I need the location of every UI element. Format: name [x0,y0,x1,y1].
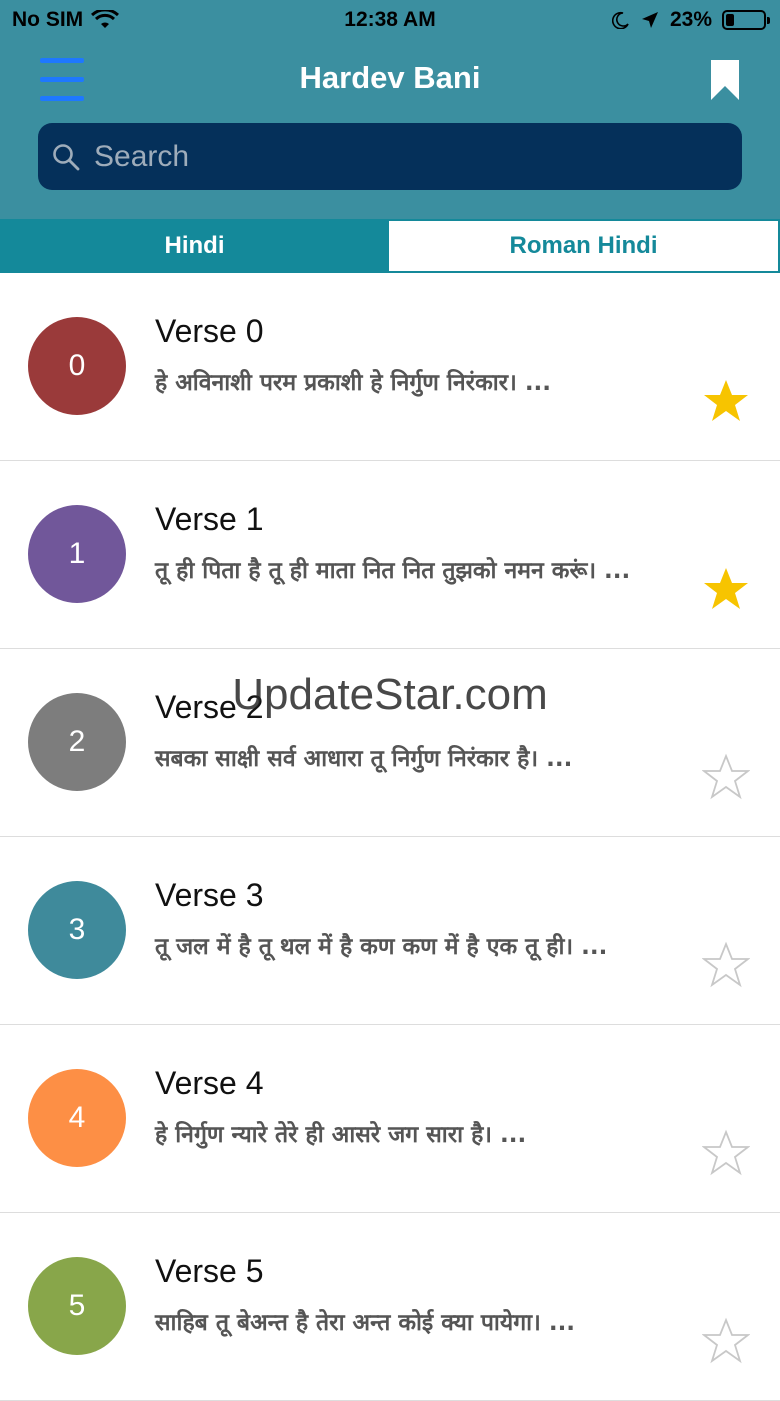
star-filled-icon[interactable] [702,377,750,425]
location-arrow-icon [641,12,658,28]
verse-title: Verse 4 [155,1065,264,1101]
verse-number-badge: 3 [28,881,126,979]
battery-percent: 23% [669,8,712,31]
list-item[interactable]: 4 Verse 4 हे निर्गुण न्यारे तेरे ही आसरे ज… [0,1025,780,1213]
verse-title: Verse 0 [155,313,264,349]
status-bar: No SIM 12:38 AM 23% [0,0,780,40]
star-outline-icon[interactable] [702,1129,750,1177]
battery-icon [722,10,770,30]
search-bar[interactable] [38,123,742,190]
verse-number-badge: 4 [28,1069,126,1167]
verse-number-badge: 0 [28,317,126,415]
app-header: No SIM 12:38 AM 23% Hardev Bani [0,0,780,219]
verse-list: 0 Verse 0 हे अविनाशी परम प्रकाशी हे निर्गु… [0,273,780,1401]
verse-title: Verse 1 [155,501,264,537]
verse-title: Verse 3 [155,877,264,913]
verse-title: Verse 5 [155,1253,264,1289]
bookmark-icon[interactable] [708,58,742,102]
verse-title: Verse 2 [155,689,264,725]
verse-preview: हे निर्गुण न्यारे तेरे ही आसरे जग सारा ह… [155,1122,527,1148]
list-item[interactable]: 3 Verse 3 तू जल में है तू थल में है कण कण … [0,837,780,1025]
moon-icon [611,11,629,29]
verse-preview: तू ही पिता है तू ही माता नित नित तुझको न… [155,558,631,584]
verse-preview: तू जल में है तू थल में है कण कण में है ए… [155,934,608,960]
verse-preview: सबका साक्षी सर्व आधारा तू निर्गुण निरंका… [155,746,573,772]
verse-number-badge: 1 [28,505,126,603]
list-item[interactable]: 2 Verse 2 सबका साक्षी सर्व आधारा तू निर्गु… [0,649,780,837]
list-item[interactable]: 5 Verse 5 साहिब तू बेअन्त है तेरा अन्त कोई… [0,1213,780,1401]
list-item[interactable]: 0 Verse 0 हे अविनाशी परम प्रकाशी हे निर्गु… [0,273,780,461]
verse-number-badge: 2 [28,693,126,791]
tab-hindi[interactable]: Hindi [0,219,389,273]
star-outline-icon[interactable] [702,753,750,801]
search-input[interactable] [92,138,696,175]
verse-preview: हे अविनाशी परम प्रकाशी हे निर्गुण निरंका… [155,370,552,396]
language-tabs: Hindi Roman Hindi [0,219,780,273]
verse-preview: साहिब तू बेअन्त है तेरा अन्त कोई क्या पा… [155,1310,576,1336]
verse-number-badge: 5 [28,1257,126,1355]
star-filled-icon[interactable] [702,565,750,613]
tab-roman-hindi[interactable]: Roman Hindi [389,219,780,273]
page-title: Hardev Bani [299,60,481,95]
list-item[interactable]: 1 Verse 1 तू ही पिता है तू ही माता नित नित… [0,461,780,649]
star-outline-icon[interactable] [702,941,750,989]
battery-level [726,14,734,26]
search-icon [53,143,80,170]
star-outline-icon[interactable] [702,1317,750,1365]
